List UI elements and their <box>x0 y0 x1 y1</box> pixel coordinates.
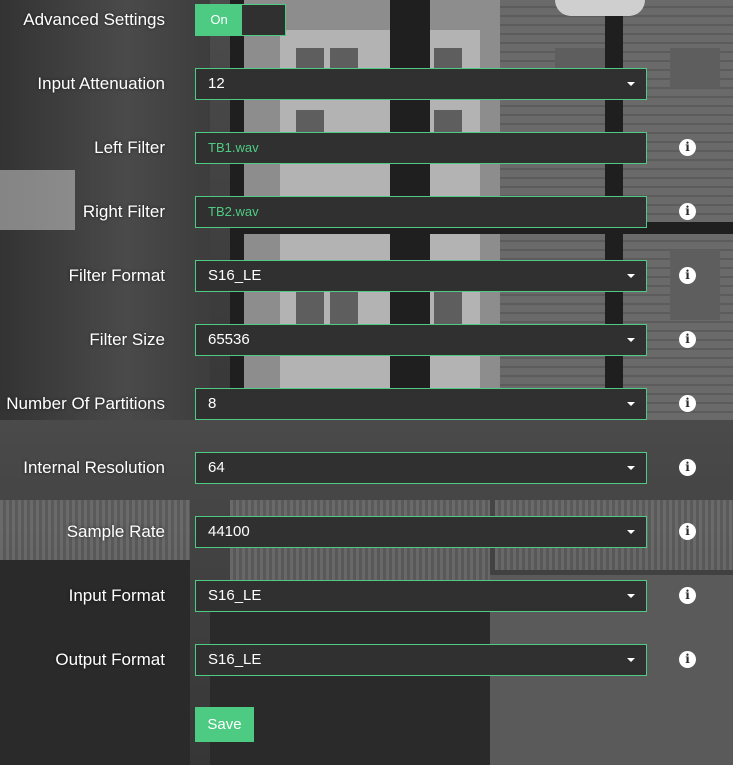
caret-down-icon <box>627 658 635 662</box>
advanced-settings-label: Advanced Settings <box>23 10 165 29</box>
internal-resolution-value: 64 <box>208 459 225 476</box>
info-circle-icon[interactable]: i <box>679 395 696 412</box>
output-format-label: Output Format <box>55 650 165 669</box>
input-attenuation-value: 12 <box>208 75 225 92</box>
caret-down-icon <box>627 274 635 278</box>
caret-down-icon <box>627 338 635 342</box>
advanced-settings-toggle[interactable]: On <box>195 4 286 36</box>
filter-format-value: S16_LE <box>208 267 262 284</box>
output-format-value: S16_LE <box>208 651 262 668</box>
right-filter-input[interactable]: TB2.wav <box>195 196 647 228</box>
filter-size-select[interactable]: 65536 <box>195 324 647 356</box>
info-circle-icon[interactable]: i <box>679 651 696 668</box>
toggle-on-label: On <box>196 5 242 35</box>
filter-format-label: Filter Format <box>68 266 165 285</box>
info-circle-icon[interactable]: i <box>679 523 696 540</box>
filter-size-row: Filter Size 65536 i <box>0 323 733 357</box>
info-circle-icon[interactable]: i <box>679 203 696 220</box>
left-filter-row: Left Filter TB1.wav i <box>0 131 733 165</box>
number-of-partitions-row: Number Of Partitions 8 i <box>0 387 733 421</box>
info-circle-icon[interactable]: i <box>679 267 696 284</box>
internal-resolution-label: Internal Resolution <box>23 458 165 477</box>
internal-resolution-row: Internal Resolution 64 i <box>0 451 733 485</box>
input-attenuation-select[interactable]: 12 <box>195 68 647 100</box>
filter-size-label: Filter Size <box>89 330 165 349</box>
output-format-row: Output Format S16_LE i <box>0 643 733 677</box>
info-circle-icon[interactable]: i <box>679 331 696 348</box>
info-circle-icon[interactable]: i <box>679 139 696 156</box>
filter-format-select[interactable]: S16_LE <box>195 260 647 292</box>
input-format-label: Input Format <box>68 586 165 605</box>
info-circle-icon[interactable]: i <box>679 459 696 476</box>
advanced-settings-form: Advanced Settings On Input Attenuation 12… <box>0 0 733 765</box>
filter-size-value: 65536 <box>208 331 250 348</box>
left-filter-value: TB1.wav <box>208 140 259 155</box>
caret-down-icon <box>627 466 635 470</box>
caret-down-icon <box>627 82 635 86</box>
input-attenuation-row: Input Attenuation 12 <box>0 67 733 101</box>
caret-down-icon <box>627 530 635 534</box>
output-format-select[interactable]: S16_LE <box>195 644 647 676</box>
info-circle-icon[interactable]: i <box>679 587 696 604</box>
number-of-partitions-select[interactable]: 8 <box>195 388 647 420</box>
right-filter-value: TB2.wav <box>208 204 259 219</box>
number-of-partitions-value: 8 <box>208 395 217 412</box>
save-button[interactable]: Save <box>195 707 254 742</box>
input-format-value: S16_LE <box>208 587 262 604</box>
number-of-partitions-label: Number Of Partitions <box>6 394 165 413</box>
left-filter-label: Left Filter <box>94 138 165 157</box>
sample-rate-label: Sample Rate <box>66 522 165 541</box>
left-filter-input[interactable]: TB1.wav <box>195 132 647 164</box>
right-filter-row: Right Filter TB2.wav i <box>0 195 733 229</box>
advanced-settings-row: Advanced Settings On <box>0 3 733 37</box>
caret-down-icon <box>627 594 635 598</box>
sample-rate-select[interactable]: 44100 <box>195 516 647 548</box>
sample-rate-row: Sample Rate 44100 i <box>0 515 733 549</box>
input-attenuation-label: Input Attenuation <box>37 74 165 93</box>
caret-down-icon <box>627 402 635 406</box>
right-filter-label: Right Filter <box>82 202 165 221</box>
filter-format-row: Filter Format S16_LE i <box>0 259 733 293</box>
internal-resolution-select[interactable]: 64 <box>195 452 647 484</box>
sample-rate-value: 44100 <box>208 523 250 540</box>
input-format-row: Input Format S16_LE i <box>0 579 733 613</box>
input-format-select[interactable]: S16_LE <box>195 580 647 612</box>
